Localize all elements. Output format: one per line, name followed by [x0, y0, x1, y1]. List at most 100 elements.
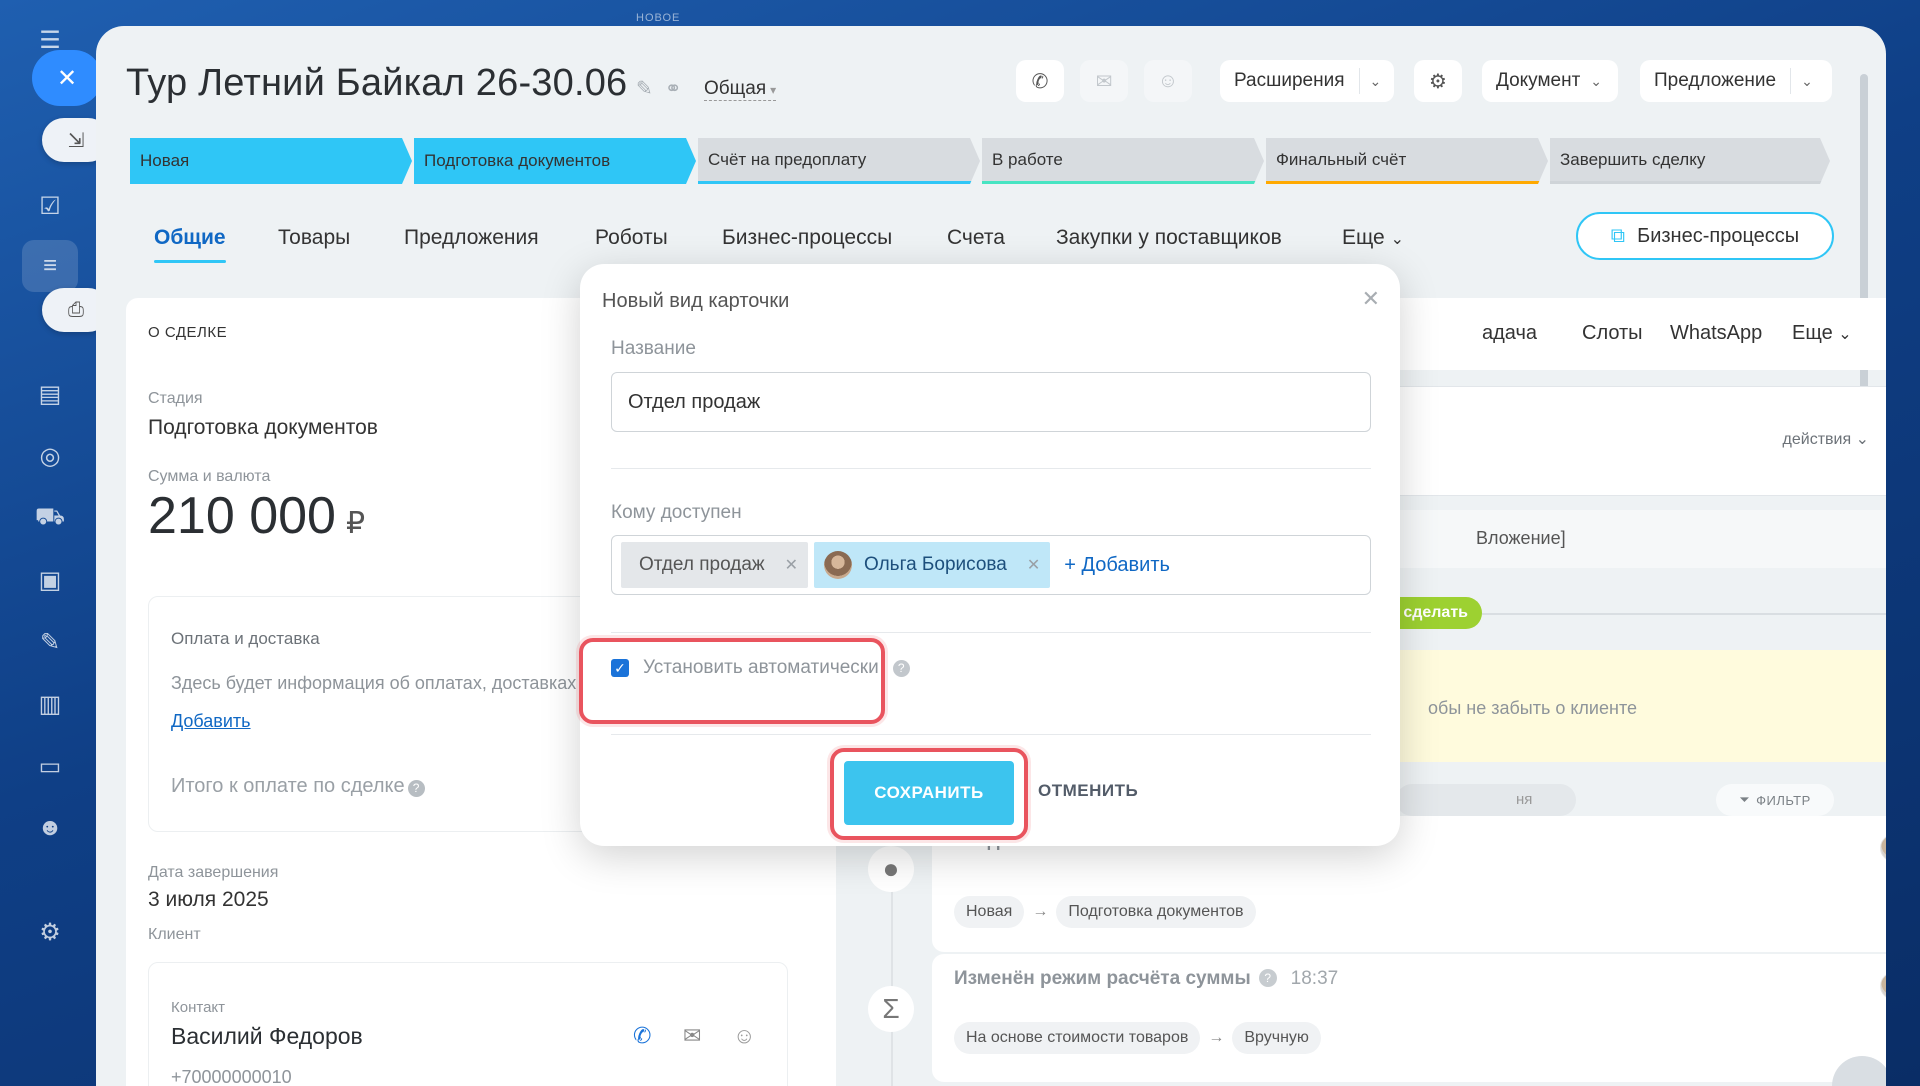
call-button[interactable]: ✆	[1016, 60, 1064, 102]
extensions-button[interactable]: Расширения ⌄	[1220, 60, 1394, 102]
to-mode-chip: Вручную	[1232, 1022, 1321, 1054]
proposal-button[interactable]: Предложение ⌄	[1640, 60, 1832, 102]
tasks-icon[interactable]: ☑	[22, 180, 78, 232]
document-button[interactable]: Документ ⌄	[1482, 60, 1618, 102]
highlight-frame	[579, 638, 885, 724]
chevron-down-icon[interactable]: ⌄	[1790, 68, 1813, 94]
stage-in-progress[interactable]: В работе	[982, 138, 1264, 184]
proposal-label: Предложение	[1654, 70, 1777, 91]
edit-icon[interactable]: ✎	[636, 78, 653, 100]
payment-add-link[interactable]: Добавить	[171, 711, 251, 732]
history-pill-text: ня	[1516, 791, 1533, 808]
stage-new[interactable]: Новая	[130, 138, 412, 184]
payment-title: Оплата и доставка	[171, 629, 320, 648]
tab-slots[interactable]: Слоты	[1582, 322, 1643, 345]
arrow-right-icon: →	[1208, 1029, 1225, 1046]
extensions-label: Расширения	[1234, 70, 1345, 91]
tab-robots[interactable]: Роботы	[595, 226, 668, 250]
business-processes-label: Бизнес-процессы	[1637, 224, 1800, 247]
close-slider-button[interactable]: ✕	[32, 50, 102, 106]
deal-sum[interactable]: 210 000 ₽	[148, 486, 365, 546]
access-label: Кому доступен	[611, 502, 742, 523]
stage-close-deal[interactable]: Завершить сделку	[1550, 138, 1830, 184]
card-icon[interactable]: ▭	[22, 740, 78, 792]
settings-icon[interactable]: ⚙	[22, 906, 78, 958]
divider	[611, 632, 1371, 633]
sum-value: 210 000	[148, 487, 336, 545]
filter-label: ФИЛЬТР	[1756, 792, 1811, 808]
chat-button[interactable]: ☺	[1144, 60, 1192, 102]
tab-proposals[interactable]: Предложения	[404, 226, 539, 250]
avatar[interactable]	[1880, 972, 1886, 1000]
email-button[interactable]: ✉	[1080, 60, 1128, 102]
cancel-button[interactable]: ОТМЕНИТЬ	[1038, 781, 1138, 801]
payment-placeholder-text: Здесь будет информация об оплатах, доста…	[171, 673, 577, 693]
timeline-more-label: Еще	[1792, 322, 1833, 344]
category-label: Общая	[704, 78, 767, 99]
help-icon[interactable]: ?	[407, 780, 425, 797]
analytics-icon[interactable]: ▥	[22, 678, 78, 730]
new-card-view-popup: Новый вид карточки ✕ Название Отдел прод…	[579, 264, 1400, 846]
close-date-label: Дата завершения	[148, 864, 279, 881]
tab-supplier-purchases[interactable]: Закупки у поставщиков	[1056, 226, 1282, 250]
tab-business-processes[interactable]: Бизнес-процессы	[722, 226, 892, 250]
settings-button[interactable]: ⚙	[1414, 60, 1462, 102]
stage-prepayment-invoice[interactable]: Счёт на предоплату	[698, 138, 980, 184]
from-stage-chip: Новая	[954, 896, 1025, 928]
sigma-icon: Σ	[868, 986, 914, 1032]
chevron-down-icon[interactable]: ⌄	[1358, 68, 1381, 94]
sign-icon[interactable]: ✎	[22, 616, 78, 668]
category-selector[interactable]: Общая ▾	[704, 78, 777, 101]
phone-icon: ✆	[1031, 70, 1049, 93]
tab-more-label: Еще	[1342, 226, 1385, 249]
tab-more[interactable]: Еще ⌄	[1342, 226, 1404, 250]
stage-change-icon: ●	[868, 846, 914, 892]
document-icon[interactable]: ▣	[22, 554, 78, 606]
tab-general[interactable]: Общие	[154, 226, 226, 263]
avatar[interactable]	[1880, 834, 1886, 862]
funnel-icon[interactable]: ≡	[22, 240, 78, 292]
inbox-icon[interactable]: ▤	[22, 368, 78, 420]
gear-icon: ⚙	[1429, 70, 1447, 93]
contact-phone[interactable]: +70000000010	[171, 1067, 292, 1086]
tab-task[interactable]: адача	[1482, 322, 1537, 345]
access-selector[interactable]: Отдел продаж ✕ Ольга Борисова ✕ + Добавить	[611, 535, 1371, 595]
help-icon[interactable]: ?	[892, 659, 910, 677]
mail-contact-icon[interactable]: ✉	[683, 1023, 701, 1049]
tab-timeline-more[interactable]: Еще ⌄	[1792, 322, 1852, 345]
sum-mode-changed-title: Изменён режим расчёта суммы	[954, 968, 1251, 989]
name-input[interactable]: Отдел продаж	[611, 372, 1371, 432]
contact-name[interactable]: Василий Федоров	[171, 1023, 363, 1050]
total-to-pay: Итого к оплате по сделке?	[171, 775, 425, 798]
remove-icon[interactable]: ✕	[785, 555, 798, 575]
stage-documents[interactable]: Подготовка документов	[414, 138, 696, 184]
filter-button[interactable]: ⏷ ФИЛЬТР	[1716, 784, 1834, 816]
arrow-right-icon: →	[1032, 903, 1049, 920]
name-label: Название	[611, 338, 696, 359]
reminder-text: обы не забыть о клиенте	[1428, 698, 1637, 718]
tab-products[interactable]: Товары	[278, 226, 350, 250]
reminder-block[interactable]: обы не забыть о клиенте	[1330, 650, 1886, 762]
actions-dropdown[interactable]: действия ⌄	[1783, 429, 1869, 449]
cart-icon[interactable]: ⛟	[22, 492, 78, 544]
stage-field-value[interactable]: Подготовка документов	[148, 416, 378, 440]
help-icon[interactable]: ?	[1258, 969, 1277, 987]
stage-final-invoice[interactable]: Финальный счёт	[1266, 138, 1548, 184]
call-contact-icon[interactable]: ✆	[633, 1023, 651, 1049]
add-access-link[interactable]: + Добавить	[1064, 554, 1170, 577]
robot-icon[interactable]: ☻	[22, 802, 78, 854]
close-date-value[interactable]: 3 июля 2025	[148, 888, 269, 912]
target-icon[interactable]: ◎	[22, 430, 78, 482]
business-processes-button[interactable]: ⧉ Бизнес-процессы	[1576, 212, 1834, 260]
tab-invoices[interactable]: Счета	[947, 226, 1005, 250]
chat-contact-icon[interactable]: ☺	[733, 1023, 755, 1049]
tab-whatsapp[interactable]: WhatsApp	[1670, 322, 1762, 345]
remove-icon[interactable]: ✕	[1027, 555, 1040, 575]
link-icon[interactable]: ⚭	[665, 78, 682, 100]
sum-field-label: Сумма и валюта	[148, 468, 271, 485]
todo-divider	[1482, 613, 1886, 615]
save-button[interactable]: СОХРАНИТЬ	[844, 761, 1014, 825]
title-tools: ✎ ⚭	[636, 76, 694, 101]
close-icon[interactable]: ✕	[1362, 286, 1380, 312]
access-tag-label: Отдел продаж	[639, 554, 765, 575]
